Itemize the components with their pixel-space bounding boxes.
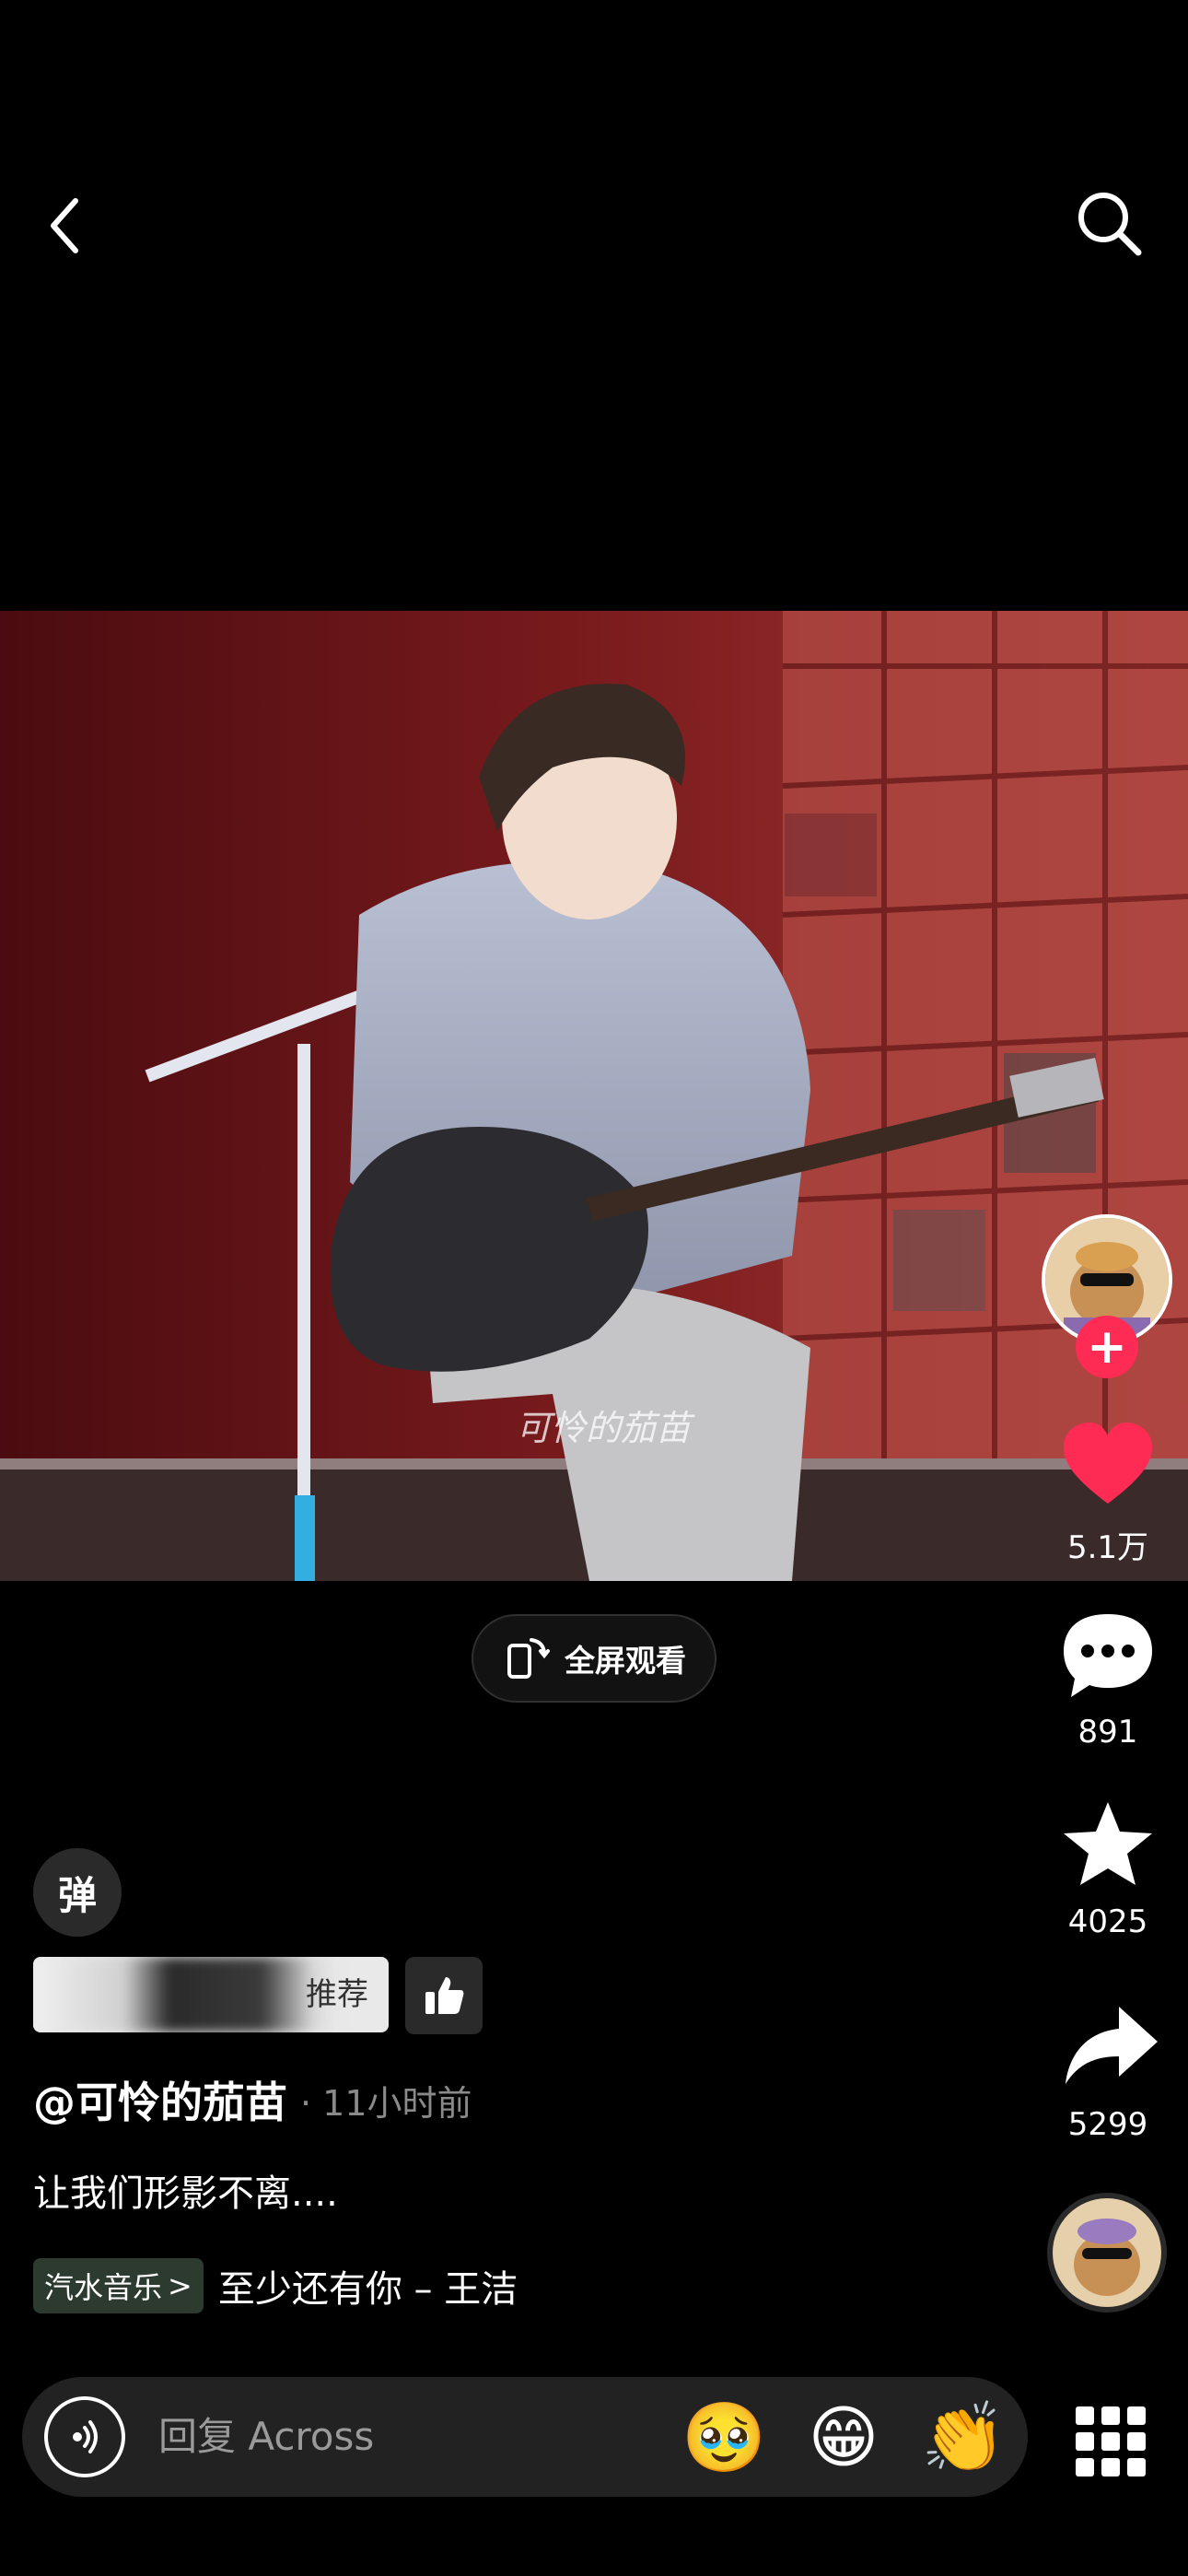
chevron-right-icon: > xyxy=(168,2268,192,2303)
video-frame-illustration: 可怜的茄苗 xyxy=(0,611,1188,1581)
emoji-holding-back-tears[interactable]: 🥹 xyxy=(681,2395,766,2480)
like-count: 5.1万 xyxy=(1066,1529,1149,1566)
favorite-count: 4025 xyxy=(1067,1903,1148,1940)
music-disc-button[interactable] xyxy=(1047,2193,1167,2313)
author-line: @可怜的茄苗 · 11小时前 xyxy=(33,2067,472,2132)
share-count: 5299 xyxy=(1067,2106,1148,2143)
music-title[interactable]: 至少还有你 – 王洁 xyxy=(218,2259,518,2313)
music-disc-avatar xyxy=(1053,2198,1161,2307)
share-arrow-icon xyxy=(1066,2007,1158,2084)
danmaku-toggle[interactable]: 弹 xyxy=(33,1848,122,1937)
voice-input-button[interactable] xyxy=(44,2396,125,2477)
recommend-label: 推荐 xyxy=(306,1976,368,2013)
comment-count: 891 xyxy=(1077,1714,1138,1751)
reply-input-bar[interactable]: 回复 Across 🥹 😁 👏 xyxy=(22,2377,1028,2497)
chevron-left-icon xyxy=(51,198,78,253)
video-player[interactable]: 可怜的茄苗 xyxy=(0,611,1188,1581)
comment-button[interactable] xyxy=(1043,1609,1172,1701)
back-button[interactable] xyxy=(37,184,101,267)
favorite-button[interactable] xyxy=(1043,1798,1172,1891)
fullscreen-label: 全屏观看 xyxy=(565,1643,686,1679)
like-button[interactable] xyxy=(1043,1417,1172,1518)
follow-button[interactable]: + xyxy=(1076,1316,1138,1378)
music-source-tag[interactable]: 汽水音乐 > xyxy=(33,2258,204,2313)
post-time: · 11小时前 xyxy=(300,2082,472,2124)
redacted-area xyxy=(33,1957,337,2032)
video-caption[interactable]: 让我们形影不离.... xyxy=(33,2163,338,2217)
plus-icon: + xyxy=(1087,1319,1127,1375)
rotate-phone-icon xyxy=(507,1638,550,1679)
video-watermark: 可怜的茄苗 xyxy=(516,1408,695,1448)
reply-placeholder[interactable]: 回复 Across xyxy=(158,2377,374,2497)
fullscreen-button[interactable]: 全屏观看 xyxy=(472,1614,716,1703)
author-name[interactable]: @可怜的茄苗 xyxy=(33,2069,287,2130)
more-grid-button[interactable] xyxy=(1076,2406,1146,2476)
recommend-chip[interactable]: 推荐 xyxy=(33,1957,389,2032)
music-source-label: 汽水音乐 xyxy=(44,2270,163,2305)
music-line[interactable]: 汽水音乐 > 至少还有你 – 王洁 xyxy=(33,2257,518,2314)
search-button[interactable] xyxy=(1068,182,1151,265)
heart-icon xyxy=(1064,1423,1152,1504)
voice-icon xyxy=(73,2420,98,2453)
star-icon xyxy=(1064,1802,1152,1885)
emoji-clapping[interactable]: 👏 xyxy=(921,2395,1006,2480)
share-button[interactable] xyxy=(1043,2001,1172,2093)
thumbs-up-icon xyxy=(425,1977,464,2014)
comment-icon xyxy=(1064,1614,1152,1697)
danmaku-label: 弹 xyxy=(57,1872,97,1918)
recommend-like-button[interactable] xyxy=(405,1957,483,2034)
search-icon xyxy=(1078,193,1142,256)
emoji-grinning[interactable]: 😁 xyxy=(801,2395,886,2480)
